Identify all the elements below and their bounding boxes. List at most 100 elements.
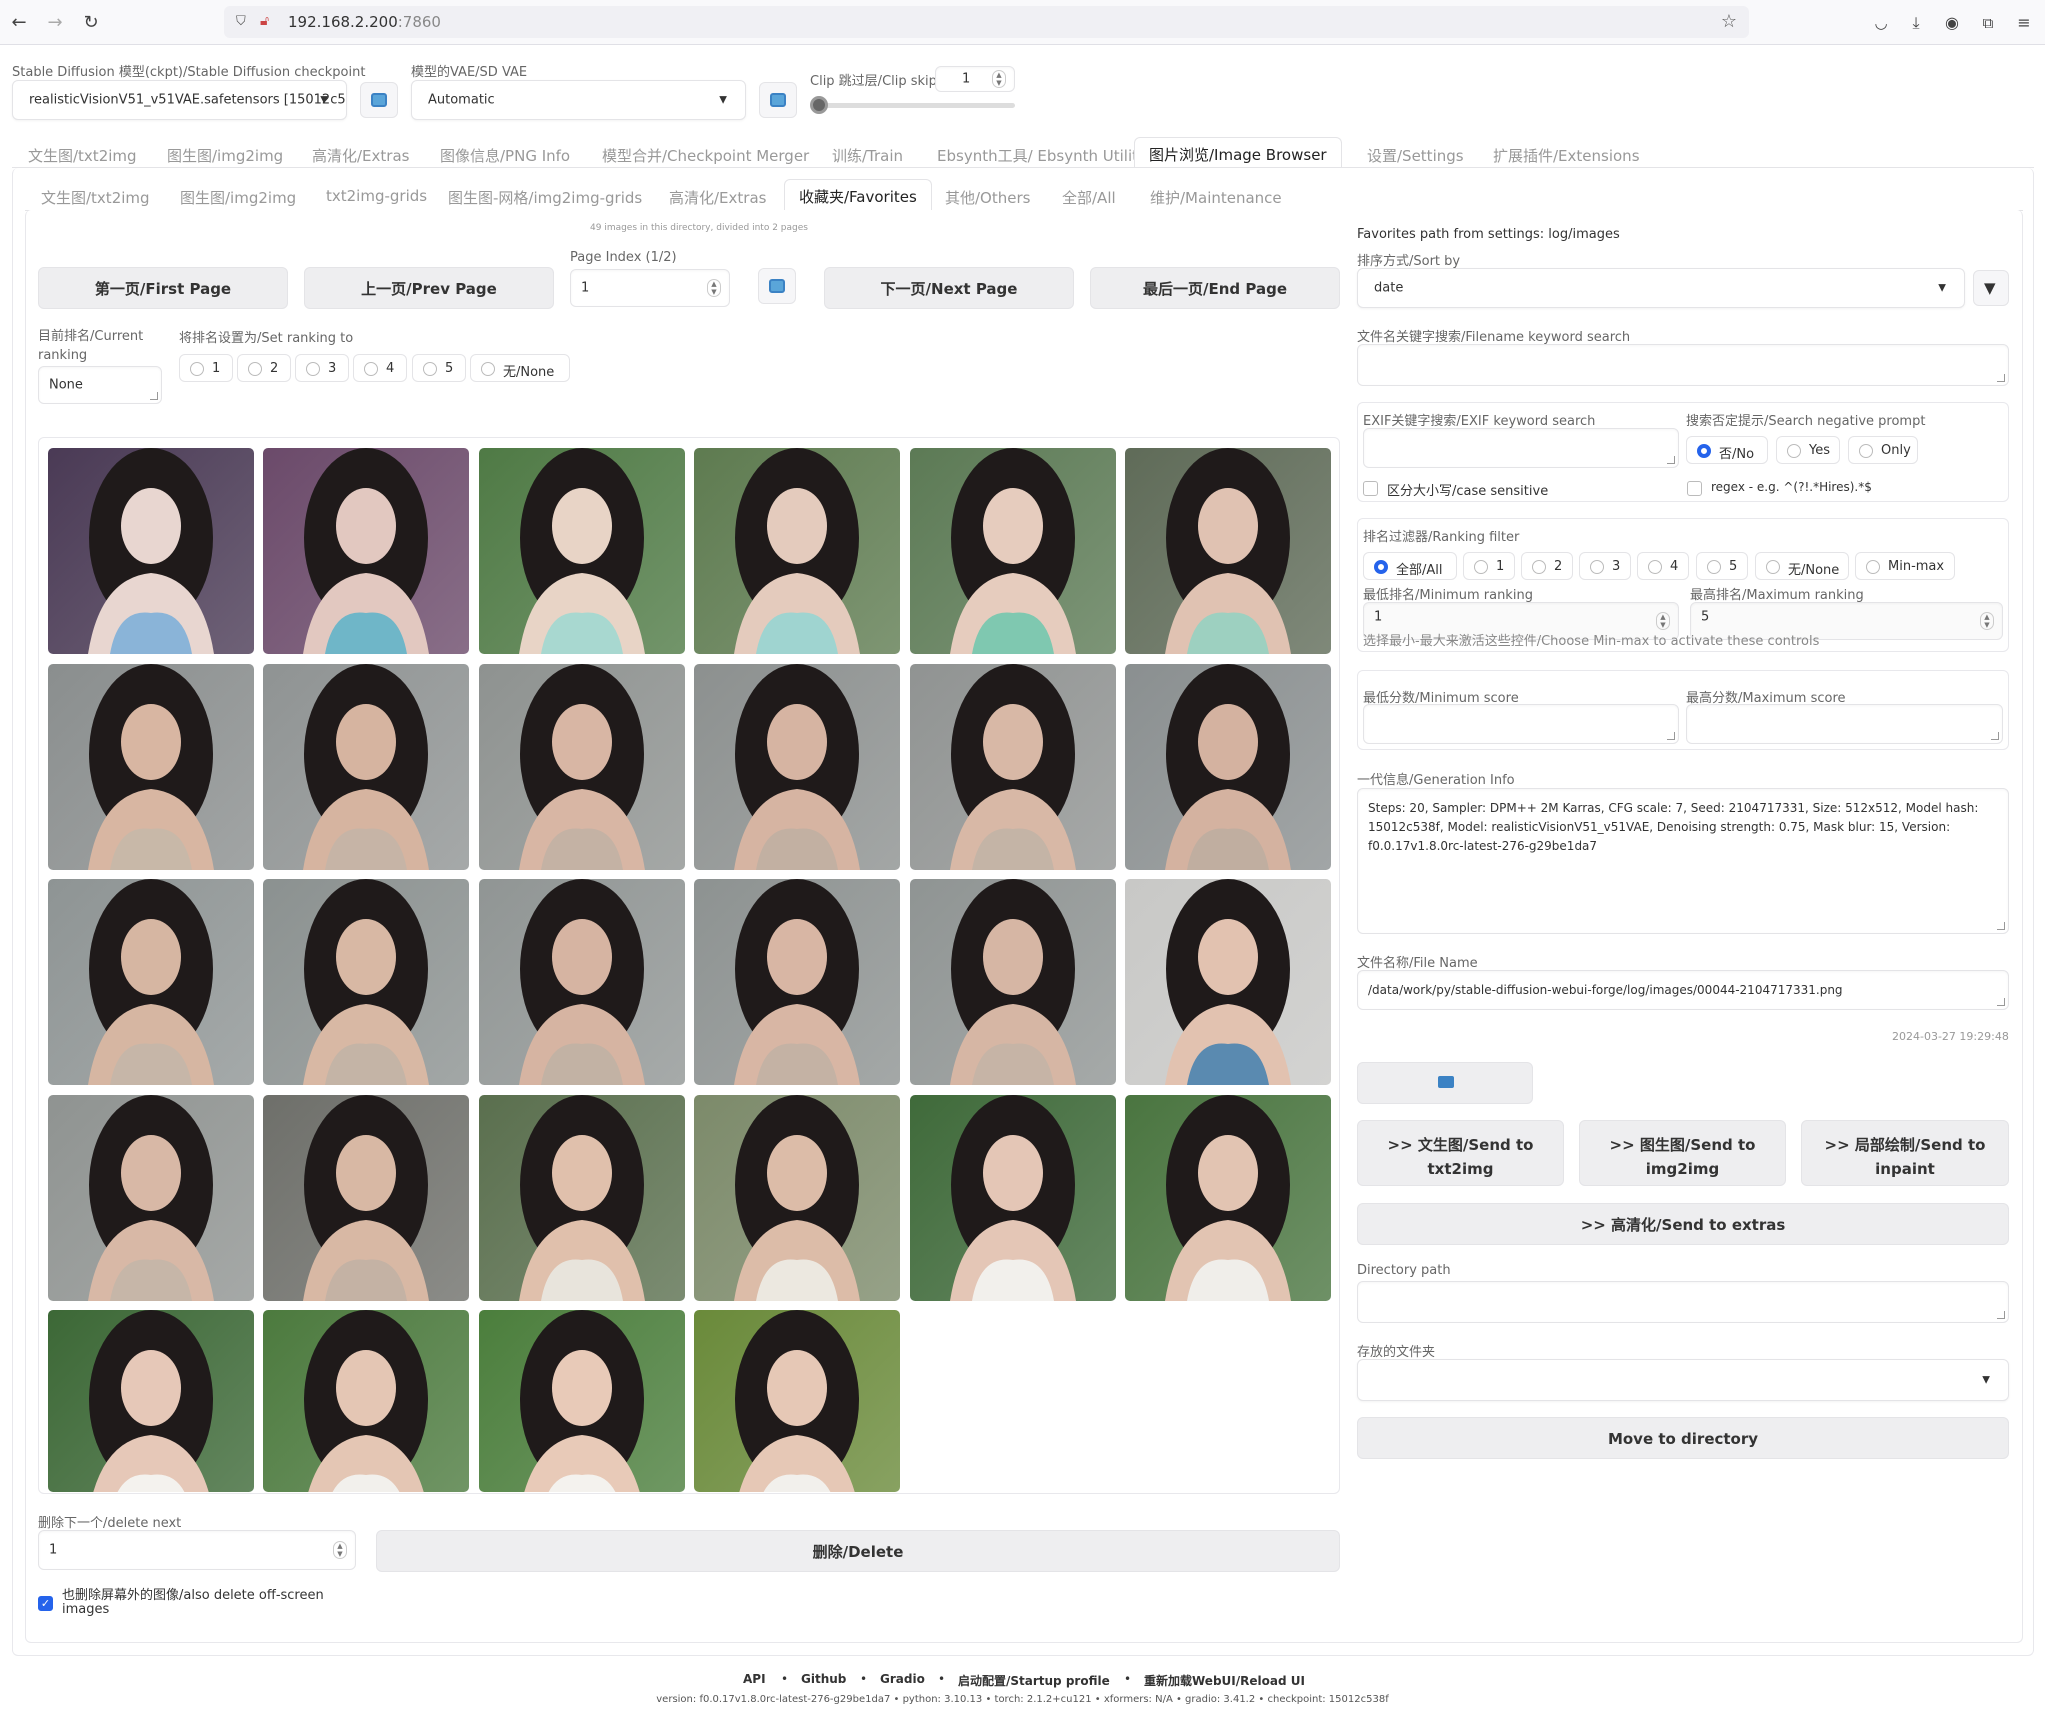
checkpoint-dropdown[interactable]: realisticVisionV51_v51VAE.safetensors [1… bbox=[12, 80, 347, 120]
ranking-filter-option[interactable]: 1 bbox=[1463, 552, 1515, 580]
subtab-4[interactable]: 高清化/Extras bbox=[669, 187, 766, 208]
gallery-thumbnail[interactable] bbox=[48, 664, 254, 870]
footer-link[interactable]: Gradio bbox=[880, 1672, 925, 1686]
subtab-6[interactable]: 其他/Others bbox=[945, 187, 1030, 208]
radio-icon[interactable] bbox=[1374, 560, 1388, 574]
radio-icon[interactable] bbox=[1707, 560, 1721, 574]
resize-handle-icon[interactable] bbox=[1667, 732, 1675, 740]
resize-handle-icon[interactable] bbox=[1991, 732, 1999, 740]
forward-icon[interactable]: → bbox=[44, 12, 66, 34]
back-icon[interactable]: ← bbox=[8, 12, 30, 34]
bookmark-star-icon[interactable]: ☆ bbox=[1721, 11, 1737, 32]
open-folder-button[interactable] bbox=[1357, 1062, 1533, 1104]
also-delete-checkbox[interactable]: ✓ bbox=[38, 1596, 53, 1611]
gallery-thumbnail[interactable] bbox=[910, 879, 1116, 1085]
radio-icon[interactable] bbox=[190, 362, 204, 376]
tab-2[interactable]: 高清化/Extras bbox=[312, 145, 409, 166]
gallery-thumbnail[interactable] bbox=[1125, 448, 1331, 654]
regex-checkbox[interactable] bbox=[1687, 481, 1702, 496]
subtab-7[interactable]: 全部/All bbox=[1062, 187, 1116, 208]
pocket-icon[interactable]: ◡ bbox=[1870, 12, 1892, 34]
case-sensitive-checkbox[interactable] bbox=[1363, 481, 1378, 496]
tab-5[interactable]: 训练/Train bbox=[832, 145, 903, 166]
footer-link[interactable]: 启动配置/Startup profile bbox=[958, 1672, 1110, 1689]
gallery-thumbnail[interactable] bbox=[1125, 1095, 1331, 1301]
stepper-icon[interactable]: ▲ ▼ bbox=[1980, 612, 1994, 630]
subtab-1[interactable]: 图生图/img2img bbox=[180, 187, 296, 208]
footer-link[interactable]: Github bbox=[801, 1672, 846, 1686]
gallery-thumbnail[interactable] bbox=[910, 448, 1116, 654]
refresh-vae-button[interactable] bbox=[759, 82, 797, 118]
tab-4[interactable]: 模型合并/Checkpoint Merger bbox=[602, 145, 809, 166]
set-ranking-option[interactable]: 2 bbox=[237, 354, 291, 382]
stepper-icon[interactable]: ▲ ▼ bbox=[707, 279, 721, 297]
ranking-filter-option[interactable]: 4 bbox=[1637, 552, 1689, 580]
sort-order-button[interactable]: ▼ bbox=[1973, 270, 2009, 306]
gallery-thumbnail[interactable] bbox=[910, 1095, 1116, 1301]
gallery-thumbnail[interactable] bbox=[263, 879, 469, 1085]
tab-8[interactable]: 设置/Settings bbox=[1367, 145, 1464, 166]
reload-icon[interactable]: ↻ bbox=[80, 12, 102, 34]
resize-handle-icon[interactable] bbox=[1997, 922, 2005, 930]
gallery-thumbnail[interactable] bbox=[48, 1310, 254, 1492]
stepper-icon[interactable]: ▲ ▼ bbox=[1656, 612, 1670, 630]
delete-next-input[interactable]: 1 ▲ ▼ bbox=[38, 1530, 356, 1570]
footer-link[interactable]: API bbox=[743, 1672, 766, 1686]
first-page-button[interactable]: 第一页/First Page bbox=[38, 267, 288, 309]
set-ranking-option[interactable]: 1 bbox=[179, 354, 233, 382]
resize-handle-icon[interactable] bbox=[1997, 374, 2005, 382]
refresh-page-button[interactable] bbox=[758, 268, 796, 304]
footer-link[interactable]: 重新加载WebUI/Reload UI bbox=[1144, 1672, 1305, 1689]
radio-icon[interactable] bbox=[1532, 560, 1546, 574]
gallery-thumbnail[interactable] bbox=[479, 1310, 685, 1492]
prev-page-button[interactable]: 上一页/Prev Page bbox=[304, 267, 554, 309]
radio-icon[interactable] bbox=[1697, 444, 1711, 458]
clip-skip-input[interactable]: 1 ▲ ▼ bbox=[935, 66, 1015, 92]
radio-icon[interactable] bbox=[481, 362, 495, 376]
gallery-thumbnail[interactable] bbox=[1125, 664, 1331, 870]
set-ranking-option[interactable]: 无/None bbox=[470, 354, 570, 382]
filename-search-input[interactable] bbox=[1357, 344, 2009, 386]
gallery-thumbnail[interactable] bbox=[48, 879, 254, 1085]
negative-option[interactable]: 否/No bbox=[1686, 436, 1768, 464]
radio-icon[interactable] bbox=[248, 362, 262, 376]
min-score-input[interactable] bbox=[1363, 704, 1679, 744]
resize-handle-icon[interactable] bbox=[150, 392, 158, 400]
set-ranking-option[interactable]: 3 bbox=[295, 354, 349, 382]
gallery-thumbnail[interactable] bbox=[479, 664, 685, 870]
resize-handle-icon[interactable] bbox=[1667, 456, 1675, 464]
gallery-thumbnail[interactable] bbox=[263, 1310, 469, 1492]
clip-skip-slider[interactable] bbox=[815, 103, 1015, 108]
send-to-txt2img-button[interactable]: >> 文生图/Send to txt2img bbox=[1357, 1120, 1564, 1186]
tab-9[interactable]: 扩展插件/Extensions bbox=[1493, 145, 1640, 166]
ranking-filter-option[interactable]: 全部/All bbox=[1363, 552, 1457, 580]
send-to-extras-button[interactable]: >> 高清化/Send to extras bbox=[1357, 1203, 2009, 1245]
radio-icon[interactable] bbox=[364, 362, 378, 376]
subtab-8[interactable]: 维护/Maintenance bbox=[1150, 187, 1282, 208]
gallery-thumbnail[interactable] bbox=[1125, 879, 1331, 1085]
radio-icon[interactable] bbox=[306, 362, 320, 376]
radio-icon[interactable] bbox=[1787, 444, 1801, 458]
gallery-thumbnail[interactable] bbox=[694, 448, 900, 654]
radio-icon[interactable] bbox=[1859, 444, 1873, 458]
slider-thumb[interactable] bbox=[810, 96, 828, 114]
negative-option[interactable]: Only bbox=[1848, 436, 1918, 464]
radio-icon[interactable] bbox=[1648, 560, 1662, 574]
gallery-thumbnail[interactable] bbox=[263, 1095, 469, 1301]
delete-button[interactable]: 删除/Delete bbox=[376, 1530, 1340, 1572]
sort-dropdown[interactable]: date ▼ bbox=[1357, 268, 1965, 308]
subtab-3[interactable]: 图生图-网格/img2img-grids bbox=[448, 187, 642, 208]
exif-search-input[interactable] bbox=[1363, 428, 1679, 468]
gallery-thumbnail[interactable] bbox=[694, 879, 900, 1085]
ranking-filter-option[interactable]: 3 bbox=[1579, 552, 1631, 580]
stepper-icon[interactable]: ▲ ▼ bbox=[992, 70, 1006, 88]
ranking-filter-option[interactable]: Min-max bbox=[1855, 552, 1955, 580]
ranking-filter-option[interactable]: 5 bbox=[1696, 552, 1748, 580]
radio-icon[interactable] bbox=[423, 362, 437, 376]
move-to-directory-button[interactable]: Move to directory bbox=[1357, 1417, 2009, 1459]
gallery-thumbnail[interactable] bbox=[479, 1095, 685, 1301]
extensions-icon[interactable]: ⧉ bbox=[1977, 12, 1999, 34]
resize-handle-icon[interactable] bbox=[1997, 1311, 2005, 1319]
account-icon[interactable]: ◉ bbox=[1941, 12, 1963, 34]
ranking-filter-option[interactable]: 2 bbox=[1521, 552, 1573, 580]
